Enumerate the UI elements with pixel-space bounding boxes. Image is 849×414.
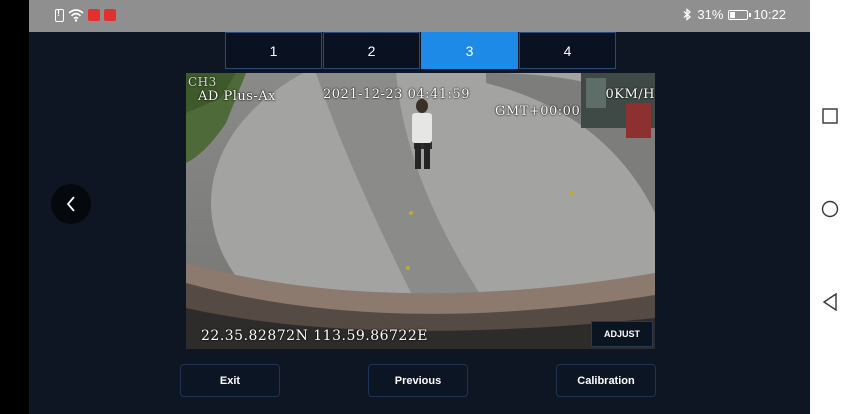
channel-label: CH3 [188, 75, 217, 89]
back-button[interactable] [51, 184, 91, 224]
battery-level-fill [730, 11, 736, 18]
app-notification-icon [104, 9, 116, 21]
app-notification-icon [88, 9, 100, 21]
recent-apps-icon [822, 108, 838, 124]
gps-coordinates: 22.35.82872N 113.59.86722E [201, 328, 428, 344]
battery-percent: 31% [697, 7, 724, 22]
chevron-left-icon [66, 196, 75, 212]
tab-label: 3 [465, 42, 474, 59]
camera-image [186, 73, 655, 349]
device-label: AD Plus-Ax [198, 89, 277, 104]
exit-button[interactable]: Exit [180, 364, 280, 397]
camera-feed: CH3 AD Plus-Ax 2021-12-23 04:41:59 0KM/H… [186, 73, 655, 349]
tab-label: 2 [367, 42, 376, 59]
channel-tabs: 1 2 3 4 [225, 32, 616, 69]
previous-button[interactable]: Previous [368, 364, 468, 397]
back-icon [822, 293, 837, 311]
home-icon [821, 200, 839, 218]
status-bar: 31% 10:22 [29, 0, 810, 32]
speed-readout: 0KM/H [605, 87, 655, 102]
tab-label: 1 [269, 42, 278, 59]
home-button[interactable] [821, 200, 839, 218]
channel-tab-1[interactable]: 1 [225, 32, 322, 69]
recent-apps-button[interactable] [821, 107, 839, 125]
left-edge [0, 0, 29, 414]
wifi-icon [68, 9, 84, 22]
sim-alert-icon [55, 8, 64, 22]
status-icons-left [55, 8, 116, 22]
system-back-button[interactable] [821, 293, 839, 311]
battery-icon [728, 9, 752, 20]
video-datetime: 2021-12-23 04:41:59 [323, 87, 470, 102]
timezone-readout: GMT+00:00 [495, 104, 581, 119]
tab-label: 4 [563, 42, 572, 59]
channel-tab-4[interactable]: 4 [519, 32, 616, 69]
status-icons-right: 31% 10:22 [683, 7, 786, 22]
adjust-button[interactable]: ADJUST [591, 321, 653, 347]
calibration-button[interactable]: Calibration [556, 364, 656, 397]
camera-app: 1 2 3 4 CH3 AD Plus-Ax 2021-12-23 04:41:… [29, 32, 810, 414]
status-time: 10:22 [753, 7, 786, 22]
channel-tab-2[interactable]: 2 [323, 32, 420, 69]
bluetooth-icon [683, 8, 692, 21]
navigation-bar [810, 0, 849, 414]
channel-tab-3[interactable]: 3 [421, 32, 518, 69]
